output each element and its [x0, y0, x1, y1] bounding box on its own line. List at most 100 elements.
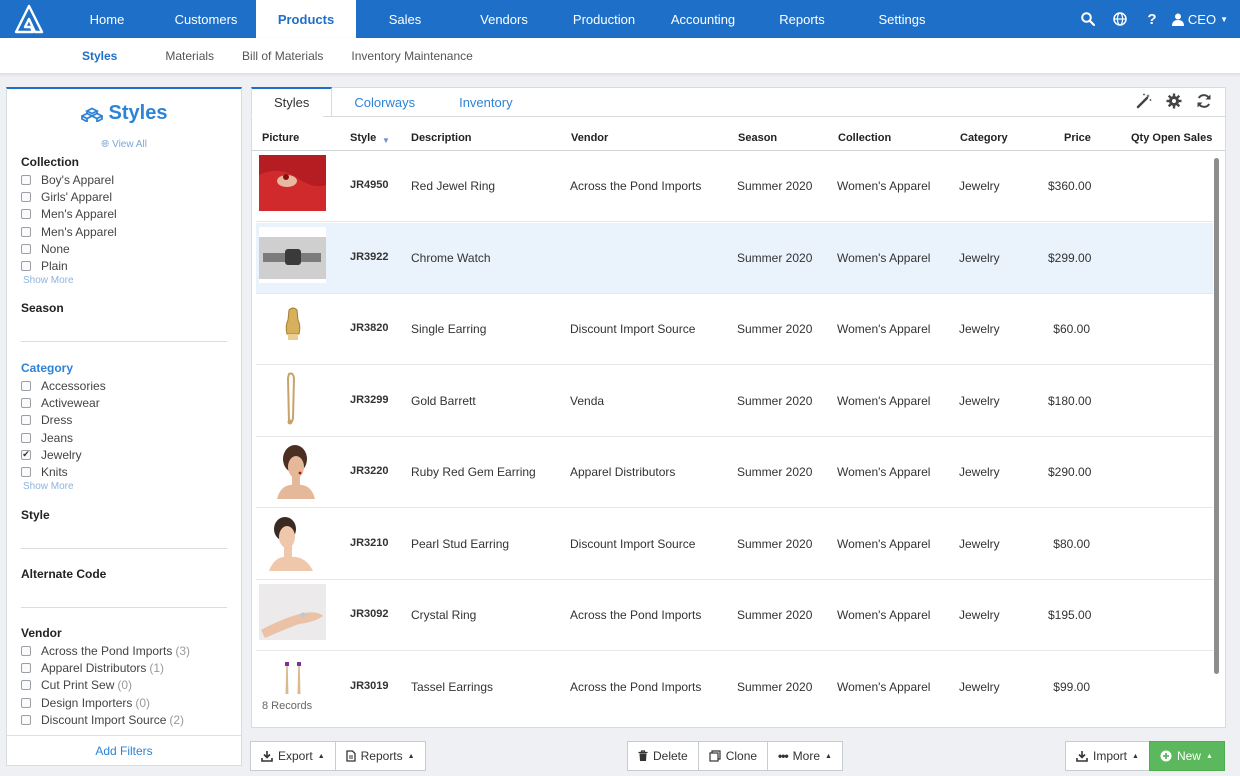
filter-option[interactable]: Men's Apparel — [21, 206, 227, 223]
sidebar-title: Styles — [7, 93, 241, 133]
cell-category: Jewelry — [959, 250, 1000, 265]
refresh-icon[interactable] — [1193, 90, 1215, 112]
filter-alternate-code-heading: Alternate Code — [21, 567, 107, 581]
subnav-bill-of-materials[interactable]: Bill of Materials — [228, 49, 337, 63]
filter-option[interactable]: Dress — [21, 412, 227, 429]
column-header-vendor[interactable]: Vendor — [571, 132, 608, 144]
column-header-qty-open-sales[interactable]: Qty Open Sales — [1131, 132, 1212, 144]
subnav-styles[interactable]: Styles — [68, 49, 131, 63]
globe-icon[interactable] — [1104, 0, 1136, 38]
nav-production[interactable]: Production — [554, 0, 654, 38]
cell-description: Ruby Red Gem Earring — [411, 465, 536, 479]
table-row[interactable]: JR3299 Gold Barrett Venda Summer 2020 Wo… — [256, 366, 1213, 437]
tab-styles[interactable]: Styles — [251, 87, 333, 117]
filter-option[interactable]: None — [21, 240, 227, 257]
column-header-season[interactable]: Season — [738, 132, 777, 144]
checkbox[interactable] — [21, 191, 31, 202]
nav-vendors[interactable]: Vendors — [454, 0, 554, 38]
nav-reports[interactable]: Reports — [752, 0, 852, 38]
table-row[interactable]: JR3922 Chrome Watch Summer 2020 Women's … — [256, 222, 1213, 294]
checkbox[interactable] — [21, 226, 31, 237]
filter-option[interactable]: Across the Pond Imports (3) — [21, 642, 227, 659]
checkbox[interactable] — [21, 714, 31, 725]
checkbox[interactable] — [21, 380, 31, 391]
show-more-link[interactable]: Show More — [23, 275, 227, 289]
column-header-category[interactable]: Category — [960, 132, 1008, 144]
nav-home[interactable]: Home — [58, 0, 156, 38]
table-row[interactable]: JR3220 Ruby Red Gem Earring Apparel Dist… — [256, 437, 1213, 508]
subnav-inventory-maintenance[interactable]: Inventory Maintenance — [337, 49, 486, 63]
filter-option[interactable]: Apparel Distributors (1) — [21, 659, 227, 676]
show-more-link[interactable]: Show More — [23, 481, 227, 495]
cell-price: $290.00 — [1048, 465, 1092, 479]
cell-description: Tassel Earrings — [411, 679, 494, 694]
checkbox[interactable] — [21, 174, 31, 185]
reports-button[interactable]: Reports ▲ — [334, 741, 426, 771]
checkbox[interactable] — [21, 415, 31, 426]
table-row[interactable]: JR3820 Single Earring Discount Import So… — [256, 294, 1213, 365]
season-input[interactable] — [21, 341, 227, 342]
filter-option[interactable]: Plain — [21, 257, 227, 274]
filter-option[interactable]: ✔ Jewelry — [21, 446, 227, 463]
checkbox[interactable] — [21, 697, 31, 708]
gear-icon[interactable] — [1163, 90, 1185, 112]
cell-category: Jewelry — [959, 322, 1000, 336]
column-header-description[interactable]: Description — [411, 132, 472, 144]
subnav-materials[interactable]: Materials — [151, 49, 228, 63]
clone-button[interactable]: Clone — [697, 741, 769, 771]
filter-option[interactable]: Jeans — [21, 429, 227, 446]
table-row[interactable]: JR3092 Crystal Ring Across the Pond Impo… — [256, 580, 1213, 651]
delete-button[interactable]: Delete — [627, 741, 699, 771]
user-menu[interactable]: CEO ▼ — [1168, 0, 1240, 38]
app-logo-icon[interactable] — [0, 0, 58, 38]
checkbox[interactable] — [21, 261, 31, 272]
search-icon[interactable] — [1072, 0, 1104, 38]
column-header-picture[interactable]: Picture — [262, 132, 299, 144]
filter-option[interactable]: Knits — [21, 463, 227, 480]
import-button[interactable]: Import ▲ — [1065, 741, 1150, 771]
filter-option[interactable]: Discount Import Source (2) — [21, 711, 227, 728]
table-row[interactable]: JR3019 Tassel Earrings Across the Pond I… — [256, 652, 1213, 694]
filter-option[interactable]: Men's Apparel — [21, 223, 227, 240]
vertical-scrollbar[interactable] — [1214, 158, 1219, 674]
column-header-collection[interactable]: Collection — [838, 132, 891, 144]
filter-option[interactable]: Girls' Apparel — [21, 188, 227, 205]
new-button[interactable]: New ▲ — [1148, 741, 1225, 771]
checkbox[interactable] — [21, 397, 31, 408]
tab-inventory[interactable]: Inventory — [437, 88, 534, 116]
filter-option[interactable]: Activewear — [21, 394, 227, 411]
filter-option[interactable]: Design Importers (0) — [21, 694, 227, 711]
column-header-price[interactable]: Price — [1064, 132, 1091, 144]
column-header-style[interactable]: Style — [350, 132, 376, 144]
style-input[interactable] — [21, 548, 227, 549]
magic-wand-icon[interactable] — [1133, 90, 1155, 112]
table-row[interactable]: JR4950 Red Jewel Ring Across the Pond Im… — [256, 151, 1213, 222]
checkbox[interactable] — [21, 467, 31, 478]
export-button[interactable]: Export ▲ — [250, 741, 336, 771]
sort-desc-icon[interactable]: ▼ — [382, 136, 390, 145]
alternate-code-input[interactable] — [21, 607, 227, 608]
nav-products[interactable]: Products — [256, 0, 356, 38]
checkbox[interactable] — [21, 209, 31, 220]
filter-option[interactable]: Accessories — [21, 377, 227, 394]
caret-up-icon: ▲ — [407, 752, 415, 760]
more-button[interactable]: ••• More ▲ — [767, 741, 843, 771]
filter-option[interactable]: Boy's Apparel — [21, 171, 227, 188]
nav-customers[interactable]: Customers — [156, 0, 256, 38]
checkbox[interactable] — [21, 662, 31, 673]
checkbox-checked[interactable]: ✔ — [21, 449, 31, 460]
nav-settings[interactable]: Settings — [852, 0, 952, 38]
cell-collection: Women's Apparel — [837, 250, 931, 265]
filter-option[interactable]: Cut Print Sew (0) — [21, 677, 227, 694]
view-all-link[interactable]: 🌐︎ View All — [7, 139, 241, 150]
checkbox[interactable] — [21, 432, 31, 443]
nav-sales[interactable]: Sales — [356, 0, 454, 38]
checkbox[interactable] — [21, 680, 31, 691]
help-icon[interactable]: ? — [1136, 0, 1168, 38]
add-filters-button[interactable]: Add Filters — [7, 735, 241, 765]
nav-accounting[interactable]: Accounting — [654, 0, 752, 38]
checkbox[interactable] — [21, 645, 31, 656]
checkbox[interactable] — [21, 243, 31, 254]
table-row[interactable]: JR3210 Pearl Stud Earring Discount Impor… — [256, 509, 1213, 580]
tab-colorways[interactable]: Colorways — [332, 88, 437, 116]
